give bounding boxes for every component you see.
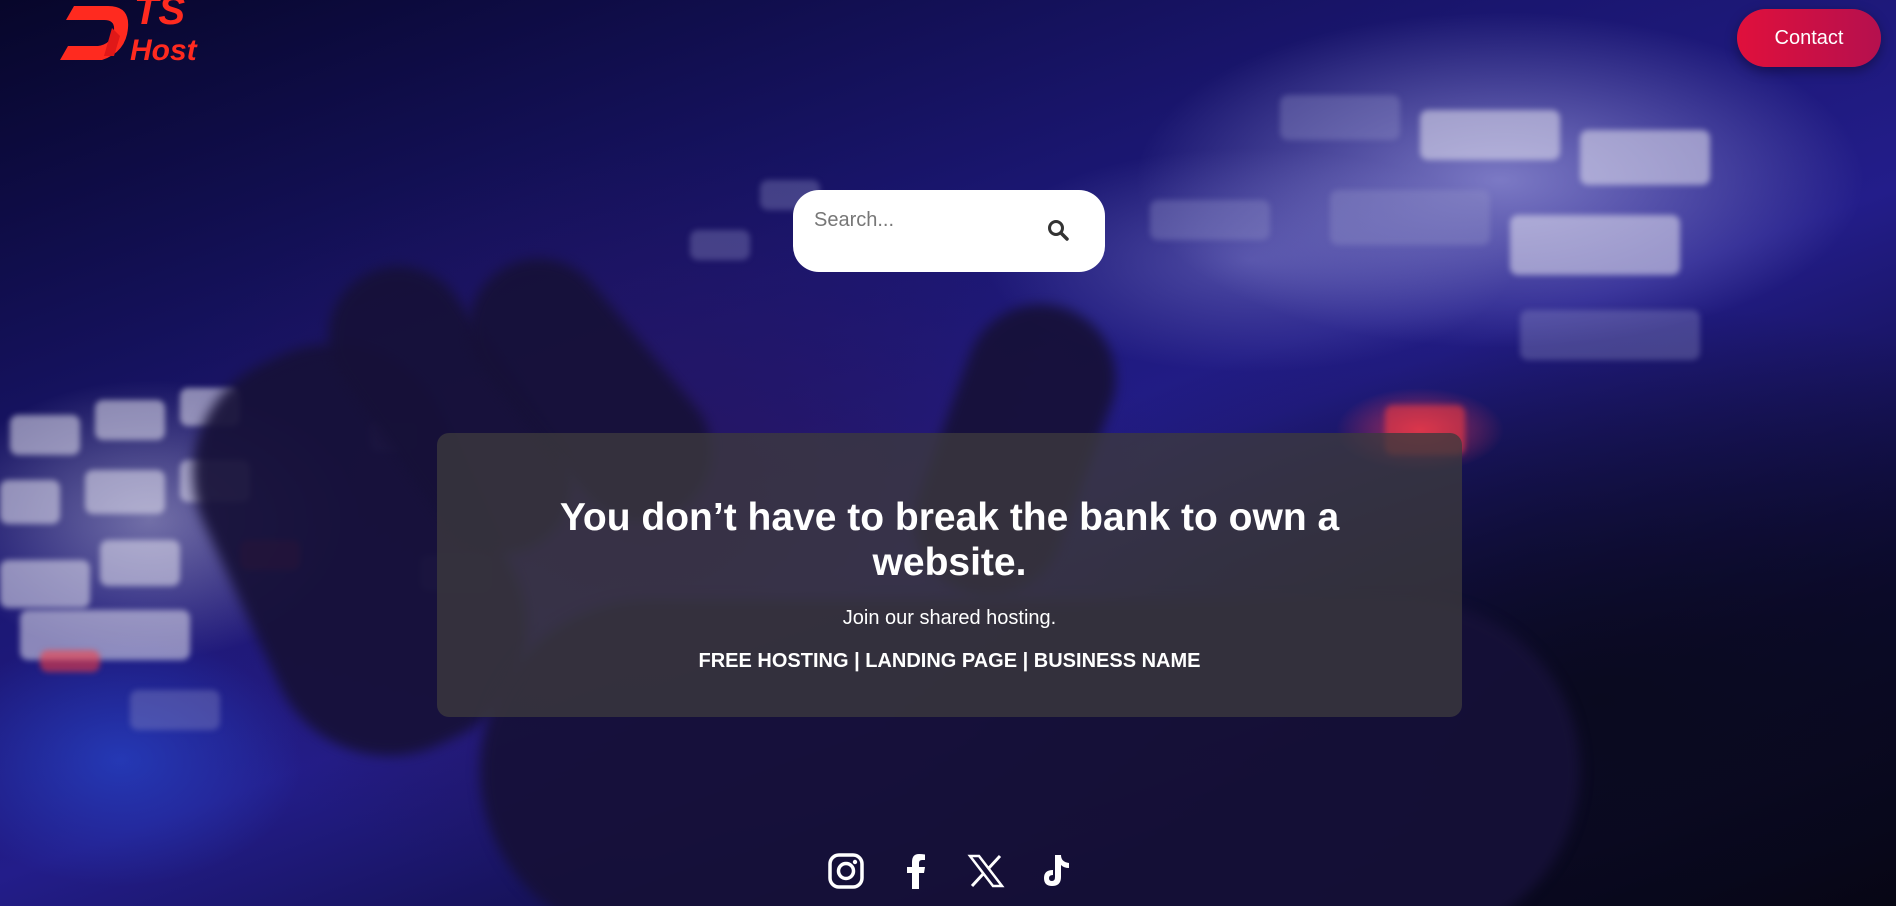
facebook-icon [907,854,925,889]
search-box [793,190,1105,272]
logo-text-top: TS [134,0,185,33]
instagram-link[interactable] [826,851,866,891]
logo-mark: TS Host [60,0,199,67]
tiktok-icon [1044,855,1069,886]
hero-card: You don’t have to break the bank to own … [437,433,1462,717]
hero-tagline: FREE HOSTING | LANDING PAGE | BUSINESS N… [698,650,1201,672]
hero-title: You don’t have to break the bank to own … [559,496,1340,584]
search-input[interactable] [812,204,1036,236]
x-icon [967,854,1005,888]
social-links [826,851,1076,893]
contact-button[interactable]: Contact [1737,9,1881,67]
instagram-icon [828,853,864,889]
logo-text-bottom: Host [130,34,199,67]
search-button[interactable] [1038,210,1078,250]
tiktok-link[interactable] [1036,851,1076,891]
search-icon [1048,220,1069,241]
page: TS Host Contact You don’t have to break … [0,0,1896,906]
x-link[interactable] [966,851,1006,891]
dts-host-logo[interactable]: TS Host [58,0,208,74]
hero-subtitle: Join our shared hosting. [842,607,1057,629]
facebook-link[interactable] [896,851,936,891]
